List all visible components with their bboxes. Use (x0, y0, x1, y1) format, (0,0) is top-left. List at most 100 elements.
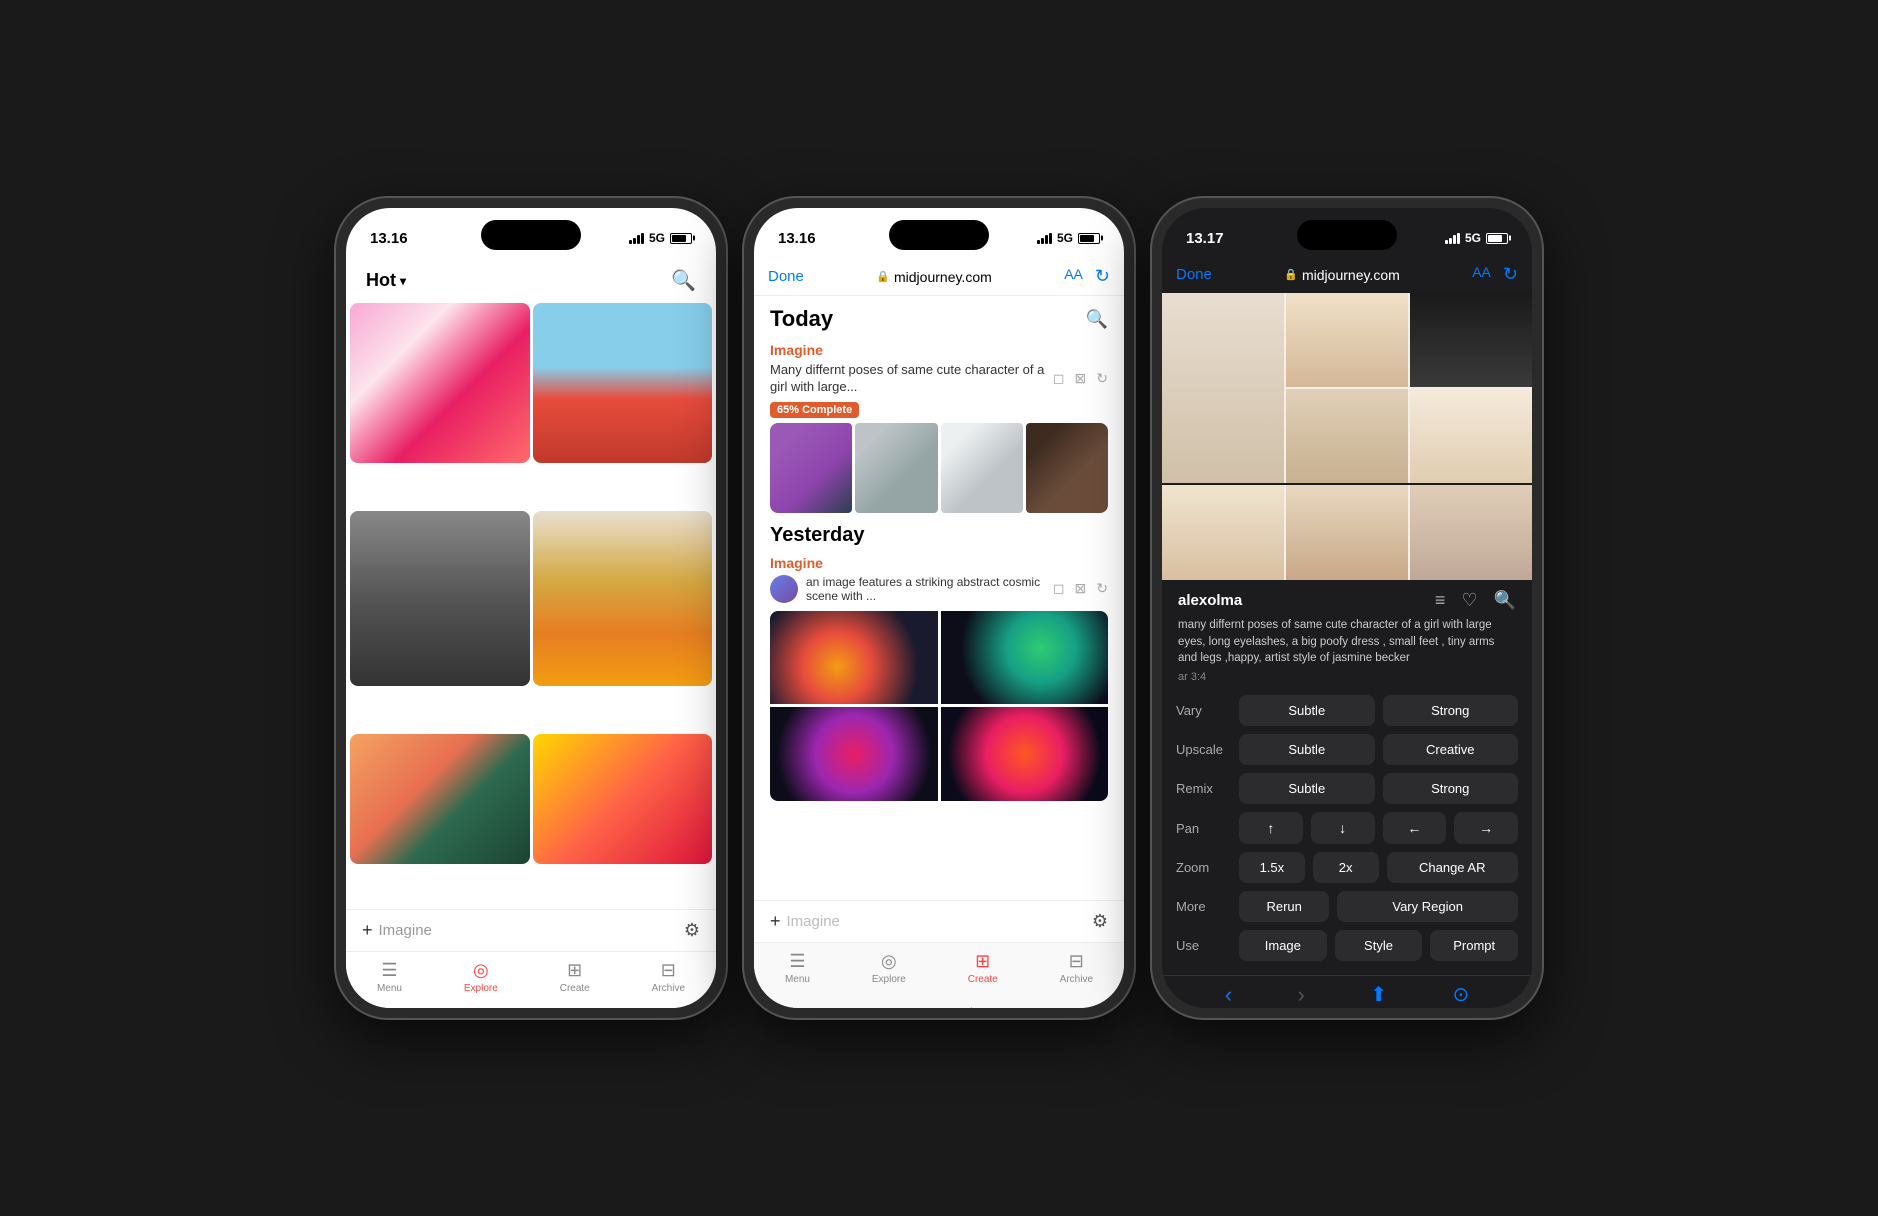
vary-strong-btn[interactable]: Strong (1383, 695, 1519, 726)
char-img-tall-1[interactable] (1162, 293, 1284, 483)
url-bar-2[interactable]: 🔒 midjourney.com (876, 269, 991, 285)
use-image-btn[interactable]: Image (1239, 930, 1327, 961)
vary-region-btn[interactable]: Vary Region (1337, 891, 1518, 922)
char-img-3[interactable] (1286, 389, 1408, 483)
doll-img-1[interactable] (770, 423, 852, 513)
actions-panel-3: Vary Subtle Strong Upscale Subtle Creati… (1162, 689, 1532, 975)
doll-img-4[interactable] (1026, 423, 1108, 513)
back-btn-3[interactable]: ‹ (1225, 982, 1232, 1008)
upscale-subtle-btn[interactable]: Subtle (1239, 734, 1375, 765)
cosmic-img-2[interactable] (941, 611, 1109, 705)
pan-up-btn[interactable]: ↑ (1239, 812, 1303, 844)
share-btn-3[interactable]: ⬆ (1370, 982, 1387, 1008)
tab-explore-2[interactable]: ◎ Explore (872, 951, 906, 985)
yesterday-title: Yesterday (770, 524, 1108, 547)
network-label-1: 5G (649, 231, 665, 245)
tab-create-2[interactable]: ⊞ Create (968, 951, 998, 985)
cosmic-img-1[interactable] (770, 611, 938, 705)
upscale-creative-btn[interactable]: Creative (1383, 734, 1519, 765)
explore-icon-1: ◎ (473, 960, 489, 981)
pan-right-btn[interactable]: → (1454, 812, 1518, 844)
image-stamp[interactable] (533, 734, 713, 864)
filter-icon-1[interactable]: ⚙ (684, 920, 700, 941)
time-2: 13.16 (778, 230, 816, 247)
done-button-2[interactable]: Done (768, 268, 804, 285)
use-prompt-btn[interactable]: Prompt (1430, 930, 1518, 961)
tab-menu-1[interactable]: ☰ Menu (377, 960, 402, 994)
cosmic-img-4[interactable] (941, 707, 1109, 801)
char-bot-3[interactable] (1410, 485, 1532, 580)
zoom-label: Zoom (1176, 860, 1231, 875)
cosmic-img-3[interactable] (770, 707, 938, 801)
zoom-2x-btn[interactable]: 2x (1313, 852, 1379, 883)
list-icon[interactable]: ≡ (1435, 590, 1446, 611)
today-section: Today 🔍 (770, 306, 1108, 332)
char-bot-2[interactable] (1286, 485, 1408, 580)
image-lion[interactable] (350, 303, 530, 463)
image-bust[interactable] (350, 511, 530, 686)
use-style-btn[interactable]: Style (1335, 930, 1423, 961)
pan-down-btn[interactable]: ↓ (1311, 812, 1375, 844)
image-girl-strawberry[interactable] (533, 303, 713, 463)
refresh-button-2[interactable]: ↻ (1095, 266, 1110, 287)
pan-left-btn[interactable]: ← (1383, 812, 1447, 844)
avatar-2 (770, 575, 798, 603)
url-bar-3[interactable]: 🔒 midjourney.com (1284, 267, 1399, 283)
doll-img-2[interactable] (855, 423, 937, 513)
tab-archive-2[interactable]: ⊟ Archive (1060, 951, 1093, 985)
compass-btn-2[interactable]: ⊙ (1046, 1005, 1061, 1008)
vary-label: Vary (1176, 703, 1231, 718)
use-label: Use (1176, 938, 1231, 953)
hide-icon[interactable]: ◻ (1053, 370, 1065, 387)
refresh-button-3[interactable]: ↻ (1503, 264, 1518, 285)
dynamic-island-1 (481, 220, 581, 250)
forward-btn-3[interactable]: › (1298, 982, 1305, 1008)
search-icon-2[interactable]: 🔍 (1086, 309, 1108, 330)
archive-icon-1: ⊟ (661, 960, 676, 981)
rerun-btn[interactable]: Rerun (1239, 891, 1329, 922)
save-icon[interactable]: ⊠ (1075, 370, 1087, 387)
search-icon-3[interactable]: 🔍 (1494, 590, 1516, 611)
zoom-15x-btn[interactable]: 1.5x (1239, 852, 1305, 883)
vary-subtle-btn[interactable]: Subtle (1239, 695, 1375, 726)
hide-icon-2[interactable]: ◻ (1053, 580, 1065, 597)
tab-bar-1: ☰ Menu ◎ Explore ⊞ Create ⊟ Archive (346, 951, 716, 1008)
remix-subtle-btn[interactable]: Subtle (1239, 773, 1375, 804)
done-button-3[interactable]: Done (1176, 266, 1212, 283)
char-bot-1[interactable] (1162, 485, 1284, 580)
image-abstract[interactable] (350, 734, 530, 864)
browser-bar-2: Done 🔒 midjourney.com AA ↻ (754, 260, 1124, 296)
share-btn-2[interactable]: ⬆ (964, 1005, 979, 1008)
zoom-change-ar-btn[interactable]: Change AR (1387, 852, 1519, 883)
back-btn-2[interactable]: ‹ (817, 1005, 824, 1008)
filter-selector[interactable]: Hot ▾ (366, 270, 406, 291)
imagine-input-2[interactable]: + Imagine (770, 911, 840, 932)
aa-button-3[interactable]: AA (1472, 264, 1491, 285)
char-img-2[interactable] (1410, 293, 1532, 387)
char-img-1[interactable] (1286, 293, 1408, 387)
compass-btn-3[interactable]: ⊙ (1453, 982, 1470, 1008)
info-section-3: alexolma ≡ ♡ 🔍 many differnt poses of sa… (1162, 580, 1532, 689)
forward-btn-2[interactable]: › (891, 1005, 898, 1008)
imagine-input-1[interactable]: + Imagine (362, 920, 432, 941)
filter-icon-2[interactable]: ⚙ (1092, 911, 1108, 932)
signal-icon-1 (629, 233, 644, 244)
search-button-1[interactable]: 🔍 (671, 268, 696, 293)
tab-explore-1[interactable]: ◎ Explore (464, 960, 498, 994)
nav-bar-2: ‹ › ⬆ ⊙ (754, 999, 1124, 1008)
redo-icon-2[interactable]: ↻ (1096, 580, 1108, 597)
heart-icon[interactable]: ♡ (1461, 590, 1477, 611)
remix-strong-btn[interactable]: Strong (1383, 773, 1519, 804)
save-icon-2[interactable]: ⊠ (1075, 580, 1087, 597)
char-img-4[interactable] (1410, 389, 1532, 483)
more-label: More (1176, 899, 1231, 914)
tab-archive-1[interactable]: ⊟ Archive (652, 960, 685, 994)
imagine-bar-1: + Imagine ⚙ (346, 909, 716, 951)
aa-button-2[interactable]: AA (1064, 266, 1083, 287)
tab-menu-2[interactable]: ☰ Menu (785, 951, 810, 985)
doll-img-3[interactable] (941, 423, 1023, 513)
character-images-top (1162, 293, 1532, 483)
tab-create-1[interactable]: ⊞ Create (560, 960, 590, 994)
image-boy[interactable] (533, 511, 713, 686)
redo-icon[interactable]: ↻ (1096, 370, 1108, 387)
